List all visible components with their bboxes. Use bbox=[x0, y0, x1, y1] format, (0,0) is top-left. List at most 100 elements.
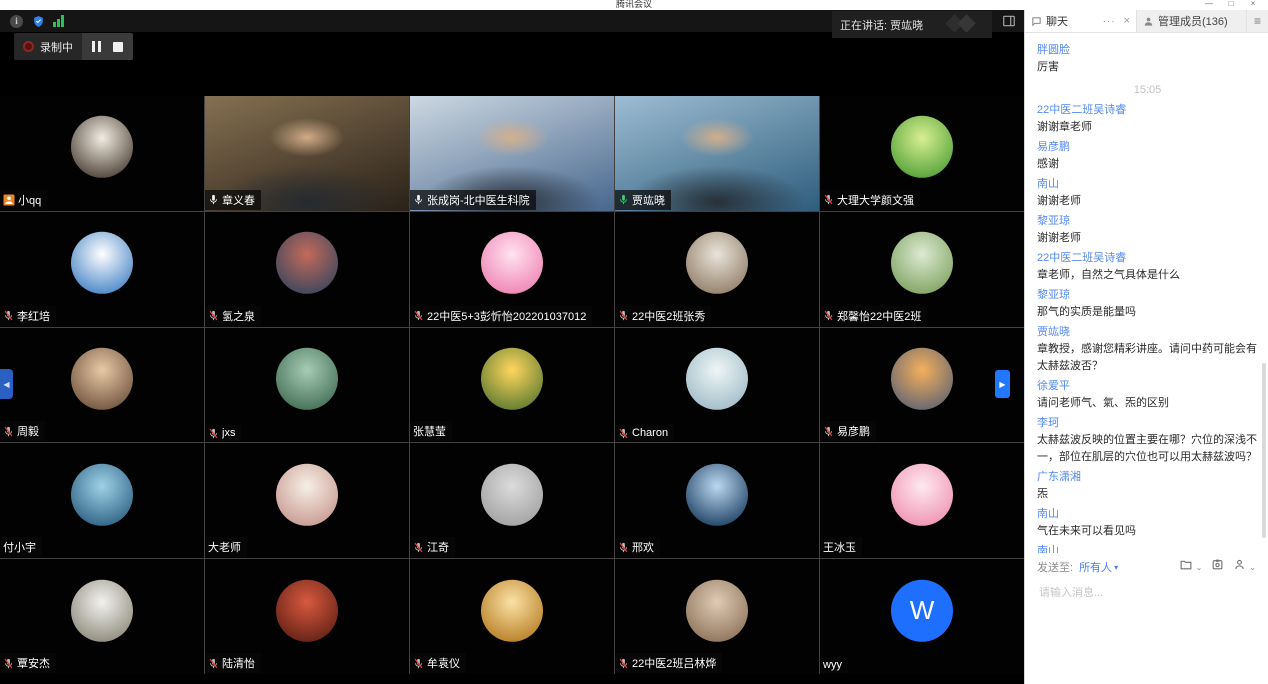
video-tile[interactable]: Charon bbox=[615, 328, 819, 443]
video-tile[interactable]: 李红培 bbox=[0, 212, 204, 327]
chat-sender-name[interactable]: 黎亚琼 bbox=[1037, 287, 1258, 304]
minimize-button[interactable]: — bbox=[1198, 0, 1220, 9]
chat-scrollbar[interactable] bbox=[1262, 363, 1266, 538]
chat-sender-name[interactable]: 南山 bbox=[1037, 176, 1258, 193]
mic-muted-icon bbox=[618, 542, 629, 553]
mic-muted-icon bbox=[208, 310, 219, 321]
grid-next-page-button[interactable]: ▶ bbox=[995, 370, 1010, 398]
participant-name-label: 22中医2班吕林烨 bbox=[615, 653, 722, 673]
chat-panel: 聊天 ··· × 管理成员(136) ≡ 胖圆脸厉害15:0522中医二班吴诗睿… bbox=[1024, 10, 1268, 684]
video-tile[interactable]: 牟袁仪 bbox=[410, 559, 614, 674]
participant-name-label: 周毅 bbox=[0, 421, 45, 441]
recording-dot-icon bbox=[23, 41, 34, 52]
participant-avatar bbox=[276, 232, 338, 294]
participant-avatar bbox=[891, 464, 953, 526]
participant-avatar bbox=[686, 232, 748, 294]
chat-sender-name[interactable]: 贾竑晓 bbox=[1037, 324, 1258, 341]
chat-sender-name[interactable]: 易彦鹏 bbox=[1037, 139, 1258, 156]
pause-recording-button[interactable] bbox=[92, 41, 101, 52]
file-chevron-icon[interactable]: ⌄ bbox=[1196, 563, 1203, 572]
screenshot-icon[interactable] bbox=[1211, 558, 1224, 576]
mic-muted-icon bbox=[3, 658, 14, 669]
video-tile[interactable]: 氢之泉 bbox=[205, 212, 409, 327]
video-tile[interactable]: 章义春 bbox=[205, 96, 409, 211]
chat-sender-name[interactable]: 胖圆脸 bbox=[1037, 42, 1258, 59]
chat-sender-name[interactable]: 南山 bbox=[1037, 543, 1258, 553]
chat-tab-close-icon[interactable]: × bbox=[1124, 15, 1130, 27]
video-tile[interactable]: 22中医2班吕林烨 bbox=[615, 559, 819, 674]
participant-name-label: 张成岗-北中医生科院 bbox=[410, 190, 536, 210]
video-tile[interactable]: Wwyy bbox=[820, 559, 1024, 674]
tab-members[interactable]: 管理成员(136) bbox=[1137, 10, 1247, 32]
network-signal-icon[interactable] bbox=[53, 15, 64, 27]
mic-muted-icon bbox=[413, 542, 424, 553]
chat-sender-name[interactable]: 李珂 bbox=[1037, 415, 1258, 432]
chat-message-text: 章老师，自然之气具体是什么 bbox=[1037, 267, 1258, 284]
participant-name-label: Charon bbox=[615, 425, 674, 441]
panel-menu-icon[interactable]: ≡ bbox=[1247, 10, 1268, 32]
tab-chat[interactable]: 聊天 ··· × bbox=[1025, 10, 1137, 32]
mic-on-icon bbox=[413, 194, 424, 205]
send-bar: 发送至: 所有人 ▾ ⌄ ⌄ bbox=[1025, 553, 1268, 581]
participant-name-label: 覃安杰 bbox=[0, 653, 56, 673]
participant-name-label: 氢之泉 bbox=[205, 306, 261, 326]
send-to-selector[interactable]: 所有人 ▾ bbox=[1079, 559, 1118, 575]
layout-switch-icon[interactable] bbox=[1002, 14, 1016, 33]
participant-name-label: 22中医5+3彭忻怡202201037012 bbox=[410, 306, 592, 326]
video-tile[interactable]: 22中医5+3彭忻怡202201037012 bbox=[410, 212, 614, 327]
participant-name-label: 郑馨怡22中医2班 bbox=[820, 306, 927, 326]
video-tile[interactable]: 覃安杰 bbox=[0, 559, 204, 674]
video-tile[interactable]: jxs bbox=[205, 328, 409, 443]
video-tile[interactable]: 郑馨怡22中医2班 bbox=[820, 212, 1024, 327]
close-button[interactable]: × bbox=[1242, 0, 1264, 9]
file-icon[interactable] bbox=[1179, 558, 1193, 576]
chat-sender-name[interactable]: 22中医二班吴诗睿 bbox=[1037, 102, 1258, 119]
participant-avatar bbox=[481, 232, 543, 294]
participant-avatar bbox=[481, 348, 543, 410]
mic-muted-icon bbox=[413, 310, 424, 321]
video-tile[interactable]: 周毅 bbox=[0, 328, 204, 443]
chat-sender-name[interactable]: 广东潇湘 bbox=[1037, 469, 1258, 486]
participant-avatar bbox=[276, 348, 338, 410]
video-tile[interactable]: 张成岗-北中医生科院 bbox=[410, 96, 614, 211]
security-shield-icon[interactable] bbox=[31, 14, 45, 28]
video-tile[interactable]: 大老师 bbox=[205, 443, 409, 558]
video-tile[interactable]: 王冰玉 bbox=[820, 443, 1024, 558]
video-tile[interactable]: 付小宇 bbox=[0, 443, 204, 558]
video-tile[interactable]: 邢欢 bbox=[615, 443, 819, 558]
chat-tab-more-icon[interactable]: ··· bbox=[1103, 16, 1116, 27]
participant-name-label: 张慧莹 bbox=[410, 421, 452, 441]
chat-sender-name[interactable]: 22中医二班吴诗睿 bbox=[1037, 250, 1258, 267]
participant-name-label: 陆清怡 bbox=[205, 653, 261, 673]
chat-sender-name[interactable]: 南山 bbox=[1037, 506, 1258, 523]
video-tile[interactable]: 贾竑晓 bbox=[615, 96, 819, 211]
video-tile[interactable]: 大理大学颜文强 bbox=[820, 96, 1024, 211]
meeting-info-icon[interactable]: i bbox=[10, 15, 23, 28]
video-tile[interactable]: 江奇 bbox=[410, 443, 614, 558]
chat-timestamp: 15:05 bbox=[1037, 82, 1258, 99]
chat-sender-name[interactable]: 黎亚琼 bbox=[1037, 213, 1258, 230]
participant-name-label: 付小宇 bbox=[0, 537, 42, 557]
mention-person-icon[interactable] bbox=[1233, 558, 1246, 576]
participant-name-label: 江奇 bbox=[410, 537, 455, 557]
video-tile[interactable]: 小qq bbox=[0, 96, 204, 211]
video-tile[interactable]: 22中医2班张秀 bbox=[615, 212, 819, 327]
participant-avatar bbox=[481, 579, 543, 641]
participant-avatar bbox=[71, 464, 133, 526]
message-input[interactable] bbox=[1037, 586, 1260, 600]
participant-name-label: 章义春 bbox=[205, 190, 261, 210]
mention-chevron-icon[interactable]: ⌄ bbox=[1249, 563, 1256, 572]
video-tile[interactable]: 易彦鹏 bbox=[820, 328, 1024, 443]
participant-name-label: 王冰玉 bbox=[820, 537, 862, 557]
video-tile[interactable]: 陆清怡 bbox=[205, 559, 409, 674]
maximize-button[interactable]: □ bbox=[1220, 0, 1242, 9]
video-tile[interactable]: 张慧莹 bbox=[410, 328, 614, 443]
participant-avatar bbox=[686, 464, 748, 526]
stop-recording-button[interactable] bbox=[113, 42, 123, 52]
grid-prev-page-button[interactable]: ◀ bbox=[0, 369, 13, 399]
mic-muted-icon bbox=[3, 310, 14, 321]
mic-speaking-icon bbox=[618, 194, 629, 205]
chat-sender-name[interactable]: 徐爱平 bbox=[1037, 378, 1258, 395]
chat-message-list: 胖圆脸厉害15:0522中医二班吴诗睿谢谢章老师易彦鹏感谢南山谢谢老师黎亚琼谢谢… bbox=[1025, 33, 1268, 553]
chat-message-text: 那气的实质是能量吗 bbox=[1037, 304, 1258, 321]
